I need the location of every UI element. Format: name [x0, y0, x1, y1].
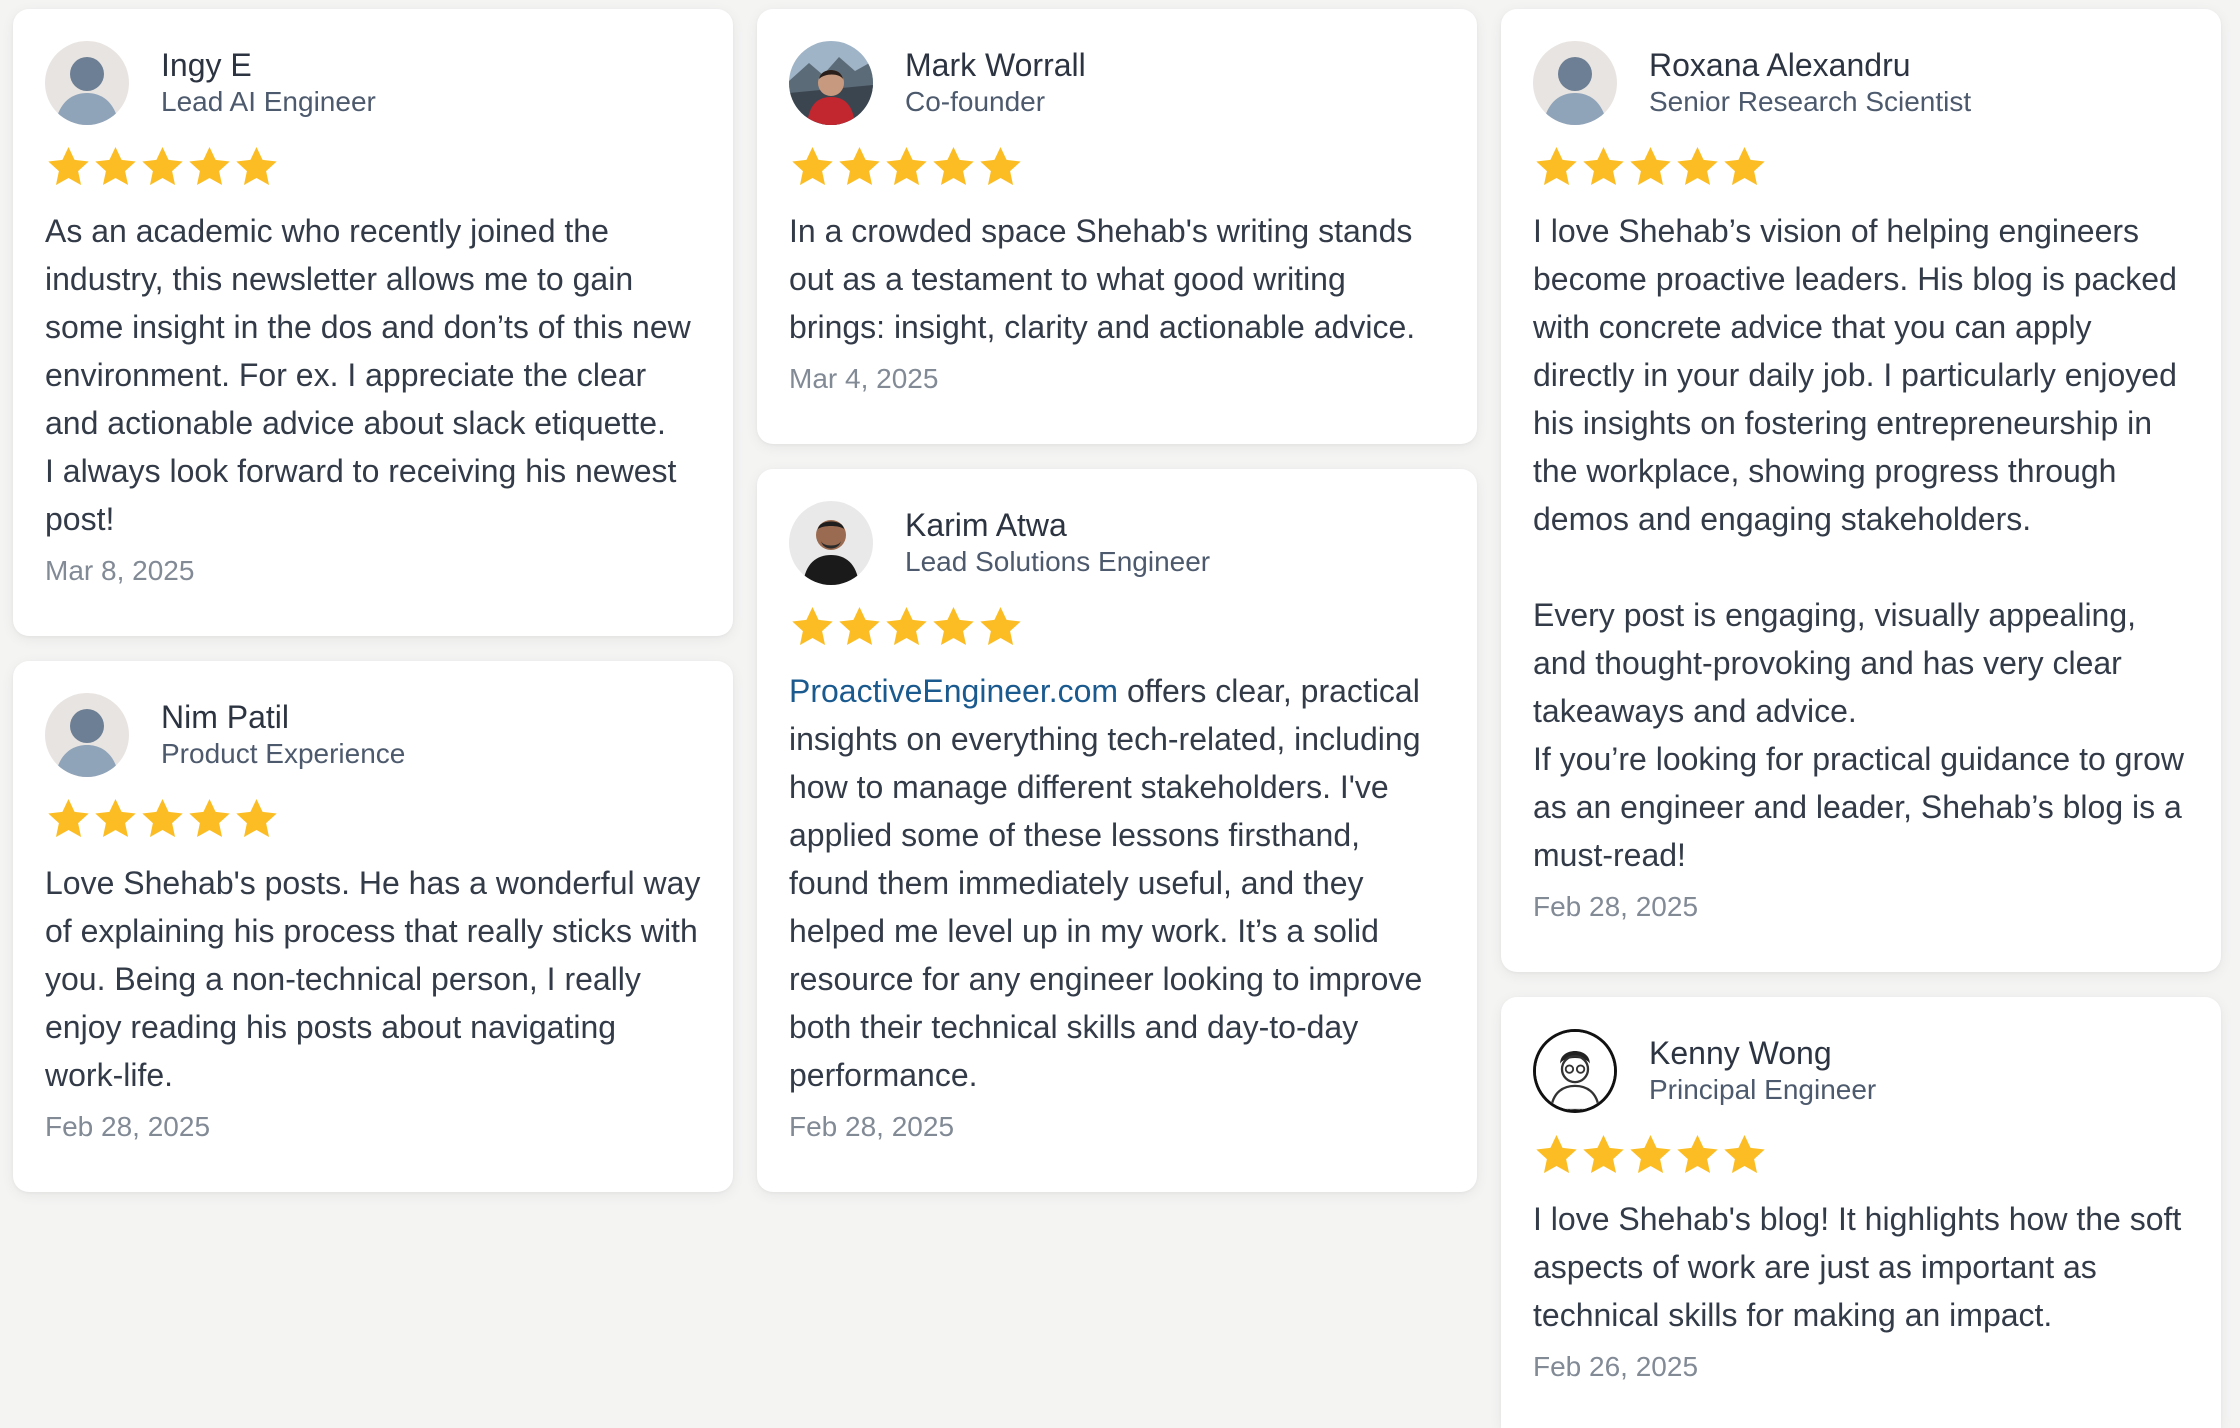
reviewer-role: Co-founder: [905, 86, 1046, 117]
star-icon: [236, 147, 277, 185]
star-icon: [1677, 147, 1718, 185]
testimonial-header: Ingy E Lead AI Engineer: [45, 41, 701, 125]
star-icon: [142, 147, 183, 185]
default-avatar-icon: [45, 41, 129, 125]
star-icon: [886, 607, 927, 645]
testimonial-card: Karim Atwa Lead Solutions Engineer Proac…: [757, 469, 1477, 1192]
proactive-engineer-link[interactable]: ProactiveEngineer.com: [789, 673, 1118, 709]
profile-photo: [789, 41, 873, 125]
star-icon: [1536, 147, 1577, 185]
star-icon: [1583, 147, 1624, 185]
star-rating: [45, 143, 701, 191]
testimonial-card: Mark Worrall Co-founder In a crowded spa…: [757, 9, 1477, 444]
star-icon: [1536, 1135, 1577, 1173]
testimonial-card: Roxana Alexandru Senior Research Scienti…: [1501, 9, 2221, 972]
star-icon: [142, 799, 183, 837]
profile-photo: [789, 501, 873, 585]
review-date: Mar 8, 2025: [45, 555, 195, 586]
reviewer-name: Ingy E: [161, 47, 252, 83]
review-text: In a crowded space Shehab's writing stan…: [789, 213, 1416, 345]
reviewer-role: Lead AI Engineer: [161, 86, 376, 117]
profile-photo: [1533, 1029, 1617, 1113]
review-date: Feb 26, 2025: [1533, 1351, 1699, 1382]
default-avatar-icon: [1533, 41, 1617, 125]
star-icon: [95, 799, 136, 837]
star-icon: [189, 799, 230, 837]
testimonial-card: Ingy E Lead AI Engineer As an academic w…: [13, 9, 733, 636]
star-icon: [48, 799, 89, 837]
reviewer-role: Lead Solutions Engineer: [905, 546, 1211, 577]
review-text: I love Shehab’s vision of helping engine…: [1533, 213, 2185, 873]
star-icon: [1724, 1135, 1765, 1173]
star-icon: [886, 147, 927, 185]
testimonial-header: Nim Patil Product Experience: [45, 693, 701, 777]
review-date: Feb 28, 2025: [45, 1111, 211, 1142]
testimonial-card: Nim Patil Product Experience Love Shehab…: [13, 661, 733, 1192]
star-icon: [839, 147, 880, 185]
review-text: I love Shehab's blog! It highlights how …: [1533, 1201, 2182, 1333]
testimonial-header: Karim Atwa Lead Solutions Engineer: [789, 501, 1445, 585]
testimonial-header: Mark Worrall Co-founder: [789, 41, 1445, 125]
star-icon: [48, 147, 89, 185]
reviewer-name: Kenny Wong: [1649, 1035, 1832, 1071]
star-rating: [1533, 143, 2189, 191]
star-rating: [1533, 1131, 2189, 1179]
star-icon: [236, 799, 277, 837]
testimonial-header: Roxana Alexandru Senior Research Scienti…: [1533, 41, 2189, 125]
reviewer-name: Nim Patil: [161, 699, 290, 735]
reviewer-name: Roxana Alexandru: [1649, 47, 1911, 83]
star-icon: [1724, 147, 1765, 185]
star-icon: [792, 147, 833, 185]
review-text: Love Shehab's posts. He has a wonderful …: [45, 865, 701, 1093]
star-icon: [933, 147, 974, 185]
star-icon: [1677, 1135, 1718, 1173]
testimonial-card: Kenny Wong Principal Engineer I love She…: [1501, 997, 2221, 1428]
star-icon: [1630, 147, 1671, 185]
star-icon: [1630, 1135, 1671, 1173]
review-text: As an academic who recently joined the i…: [45, 213, 691, 537]
star-icon: [980, 607, 1021, 645]
star-icon: [839, 607, 880, 645]
testimonial-header: Kenny Wong Principal Engineer: [1533, 1029, 2189, 1113]
reviewer-name: Karim Atwa: [905, 507, 1067, 543]
review-date: Mar 4, 2025: [789, 363, 939, 394]
star-rating: [789, 143, 1445, 191]
reviewer-role: Principal Engineer: [1649, 1074, 1877, 1105]
review-text: ProactiveEngineer.com offers clear, prac…: [789, 667, 1445, 1099]
star-icon: [189, 147, 230, 185]
review-text-body: offers clear, practical insights on ever…: [789, 673, 1423, 1093]
star-icon: [95, 147, 136, 185]
star-icon: [933, 607, 974, 645]
reviewer-name: Mark Worrall: [905, 47, 1086, 83]
reviewer-role: Senior Research Scientist: [1649, 86, 1972, 117]
default-avatar-icon: [45, 693, 129, 777]
star-icon: [980, 147, 1021, 185]
star-icon: [1583, 1135, 1624, 1173]
review-date: Feb 28, 2025: [789, 1111, 955, 1142]
star-rating: [45, 795, 701, 843]
star-icon: [792, 607, 833, 645]
reviewer-role: Product Experience: [161, 738, 406, 769]
review-date: Feb 28, 2025: [1533, 891, 1699, 922]
star-rating: [789, 603, 1445, 651]
